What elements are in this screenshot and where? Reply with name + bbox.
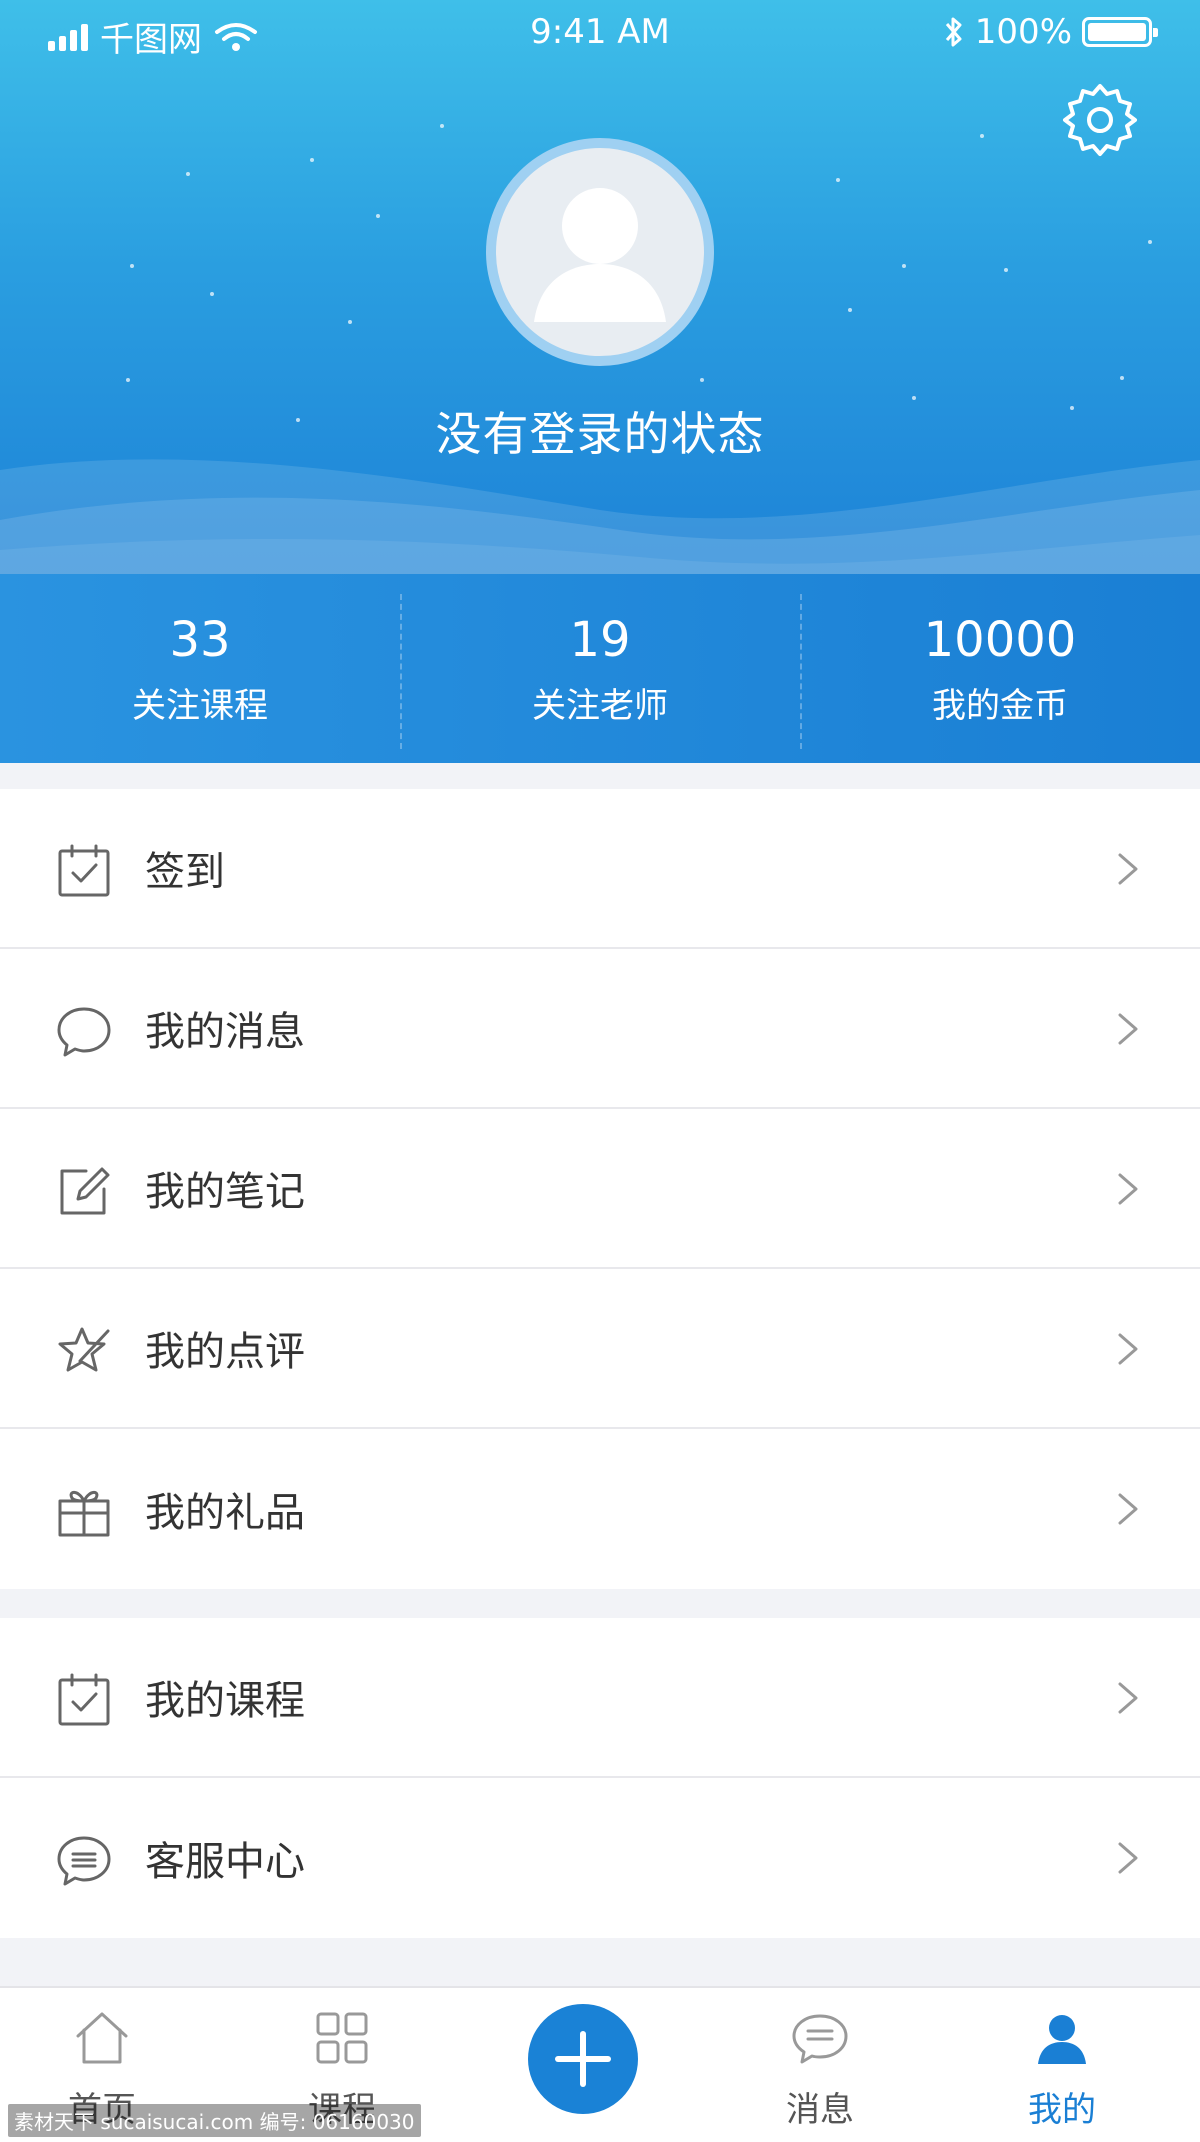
stat-label: 关注课程 — [132, 685, 268, 726]
stat-value: 33 — [169, 612, 231, 668]
calendar-check-icon — [58, 1673, 110, 1726]
menu-item-customer-service[interactable]: 客服中心 — [0, 1778, 1200, 1938]
menu-item-my-gifts[interactable]: 我的礼品 — [0, 1429, 1200, 1589]
tab-messages[interactable]: 消息 — [740, 1988, 900, 2142]
chevron-right-icon — [1118, 1013, 1138, 1045]
menu-group-secondary: 我的课程 客服中心 — [0, 1618, 1200, 1938]
calendar-check-icon — [58, 844, 110, 897]
stats-bar: 33 关注课程 19 关注老师 10000 我的金币 — [0, 574, 1200, 763]
default-user-avatar-icon — [534, 188, 666, 322]
stat-my-coins[interactable]: 10000 我的金币 — [800, 574, 1200, 763]
chevron-right-icon — [1118, 1682, 1138, 1714]
bluetooth-icon — [945, 17, 962, 47]
login-status-text[interactable]: 没有登录的状态 — [0, 398, 1200, 464]
menu-item-my-notes[interactable]: 我的笔记 — [0, 1109, 1200, 1269]
menu-label: 我的笔记 — [145, 1169, 305, 1215]
chevron-right-icon — [1118, 1333, 1138, 1365]
settings-gear-icon[interactable] — [1062, 82, 1138, 158]
avatar[interactable] — [486, 138, 714, 366]
stat-label: 我的金币 — [932, 685, 1068, 726]
menu-label: 我的课程 — [145, 1678, 305, 1724]
menu-group-main: 签到 我的消息 我的笔记 我的点评 我的礼品 — [0, 789, 1200, 1589]
status-bar: 千图网 9:41 AM 100% — [0, 0, 1200, 66]
service-chat-icon — [57, 1836, 111, 1886]
home-icon — [76, 2012, 128, 2064]
tab-label: 我的 — [1028, 2090, 1096, 2130]
battery-percent: 100% — [974, 12, 1072, 52]
menu-item-my-reviews[interactable]: 我的点评 — [0, 1269, 1200, 1429]
gift-icon — [58, 1490, 110, 1537]
add-button[interactable] — [528, 2004, 638, 2114]
chevron-right-icon — [1118, 1493, 1138, 1525]
stat-value: 19 — [569, 612, 631, 668]
chat-bubble-icon — [57, 1007, 111, 1057]
battery-icon — [1082, 17, 1158, 47]
grid-icon — [316, 2012, 368, 2064]
plus-icon — [555, 2031, 611, 2087]
menu-item-my-messages[interactable]: 我的消息 — [0, 949, 1200, 1109]
chevron-right-icon — [1118, 1842, 1138, 1874]
menu-label: 我的礼品 — [145, 1490, 305, 1536]
stat-label: 关注老师 — [532, 685, 668, 726]
menu-label: 客服中心 — [145, 1839, 305, 1885]
menu-label: 我的消息 — [145, 1009, 305, 1055]
menu-item-my-courses[interactable]: 我的课程 — [0, 1618, 1200, 1778]
watermark-text: 素材天下 sucaisucai.com 编号: 06160030 — [8, 2104, 421, 2137]
menu-item-checkin[interactable]: 签到 — [0, 789, 1200, 949]
user-icon — [1038, 2015, 1086, 2064]
stat-followed-teachers[interactable]: 19 关注老师 — [400, 574, 800, 763]
stat-followed-courses[interactable]: 33 关注课程 — [0, 574, 400, 763]
tab-label: 消息 — [786, 2090, 854, 2130]
edit-note-icon — [60, 1167, 110, 1215]
chevron-right-icon — [1118, 1173, 1138, 1205]
tab-me[interactable]: 我的 — [982, 1988, 1142, 2142]
chevron-right-icon — [1118, 853, 1138, 885]
stat-value: 10000 — [923, 612, 1077, 668]
menu-label: 我的点评 — [145, 1329, 305, 1375]
message-icon — [792, 2014, 848, 2064]
star-pen-icon — [58, 1327, 110, 1372]
menu-label: 签到 — [145, 849, 225, 895]
